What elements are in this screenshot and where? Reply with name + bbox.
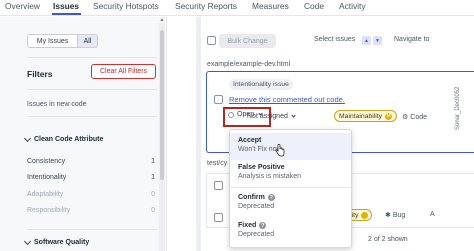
clean-code-attribute-section[interactable]: Clean Code Attribute [23,134,104,143]
menu-item-title: Confirm [238,194,265,201]
filters-sidebar [0,17,167,251]
facet-count: 0 [151,207,155,214]
help-icon[interactable]: ? [259,222,267,229]
facet-responsibility[interactable]: Responsibility 0 [27,207,155,214]
tab-security-hotspots[interactable]: Security Hotspots [93,1,159,11]
menu-item-subtitle: Won't Fix now [238,146,282,153]
facet-label: Adaptability [27,191,64,198]
help-icon[interactable]: ? [267,194,275,201]
software-quality-section[interactable]: Software Quality [23,237,90,246]
menu-item-subtitle: Deprecated [238,203,275,210]
tab-issues[interactable]: Issues [53,1,79,11]
menu-item-confirm[interactable]: Confirm ? Deprecated [230,191,351,216]
issue-type-tag: ✱ Bug [385,211,406,220]
project-nav: Overview Issues Security Hotspots Securi… [0,0,474,16]
menu-item-subtitle: Analysis is mistaken [238,173,302,180]
facet-consistency[interactable]: Consistency 1 [27,158,155,165]
active-tab-indicator [52,13,81,15]
hand-cursor-icon [275,144,285,157]
severity-icon: M [385,112,393,120]
issues-in-new-code-filter[interactable]: Issues in new code [27,101,87,108]
menu-item-accept[interactable]: Accept Won't Fix now [230,133,351,160]
facet-label: Responsibility [27,207,71,214]
gear-icon: ⚙ [402,114,409,121]
section-label: Software Quality [34,239,90,246]
status-transition-menu: Accept Won't Fix now False Positive Anal… [229,129,352,248]
menu-separator [230,187,351,188]
issues-scope-toggle: My Issues All [27,34,98,48]
assignee-label: Not assigned [247,113,288,120]
clear-all-filters-button[interactable]: Clear All Filters [91,64,156,79]
issues-count: 2 of 2 shown [368,236,408,243]
bulk-change-button[interactable]: Bulk Change [219,34,276,48]
issue-checkbox[interactable] [214,181,223,190]
facet-label: Intentionality [27,174,67,181]
arrow-down-key-icon: ▼ [373,36,382,45]
code-tag[interactable]: ⚙ Code [402,113,428,122]
filters-heading: Filters [27,69,53,79]
menu-item-false-positive[interactable]: False Positive Analysis is mistaken [230,161,351,186]
sidebar-scrollbar-thumb[interactable] [160,30,164,180]
facet-count: 1 [151,174,155,181]
facet-adaptability[interactable]: Adaptability 0 [27,191,155,198]
menu-item-title-row: Fixed ? [238,222,351,229]
bug-icon: ✱ [385,212,391,219]
sidebar-divider [27,89,157,90]
severity-icon [361,211,369,219]
image-watermark: Sonar_Dec0052 [455,86,461,130]
tab-measures[interactable]: Measures [252,1,289,11]
all-issues-button[interactable]: All [78,35,97,47]
tab-overview[interactable]: Overview [5,1,40,11]
chevron-down-icon [23,237,32,245]
code-tag-label: Code [410,113,428,121]
file-path: example/example-dev.html [207,61,291,68]
assignee-dropdown[interactable]: Not assigned [247,113,296,120]
more-tag: A [430,211,435,218]
tab-security-reports[interactable]: Security Reports [175,1,237,11]
sidebar-divider [27,229,157,230]
select-issues-hint: Select issues [314,36,356,43]
menu-item-title: Accept [238,137,262,144]
tab-code[interactable]: Code [304,1,324,11]
quality-label: Maintainability [339,112,383,120]
facet-label: Consistency [27,158,66,165]
software-quality-badge[interactable]: Maintainability M [334,110,398,122]
facet-count: 1 [151,158,155,165]
menu-item-subtitle: Deprecated [238,231,275,238]
chevron-down-icon [23,134,32,142]
menu-item-title: Fixed [238,222,257,229]
section-label: Clean Code Attribute [34,136,104,143]
issue-type-label: Bug [392,211,406,219]
issue-checkbox[interactable] [214,213,223,222]
sidebar-divider [27,116,157,117]
chevron-down-icon [291,113,296,118]
facet-intentionality[interactable]: Intentionality 1 [27,174,155,181]
tab-activity[interactable]: Activity [339,1,366,11]
main-scrollbar[interactable] [196,17,201,251]
menu-item-title-row: Confirm ? [238,194,351,201]
select-all-checkbox[interactable] [207,36,216,45]
sidebar-divider [27,57,157,58]
menu-item-title: False Positive [238,164,285,171]
navigate-hint: Navigate to [394,36,430,43]
arrow-up-key-icon: ▲ [362,36,371,45]
issue-checkbox[interactable] [214,95,223,104]
clean-code-attribute-tag: Intentionality issue [229,79,293,90]
issue-title-link[interactable]: Remove this commented out code. [229,95,345,104]
open-status-icon [228,111,234,118]
menu-item-fixed[interactable]: Fixed ? Deprecated [230,218,351,245]
my-issues-button[interactable]: My Issues [28,35,78,47]
file-path: test/cy [207,160,228,167]
facet-count: 0 [151,191,155,198]
